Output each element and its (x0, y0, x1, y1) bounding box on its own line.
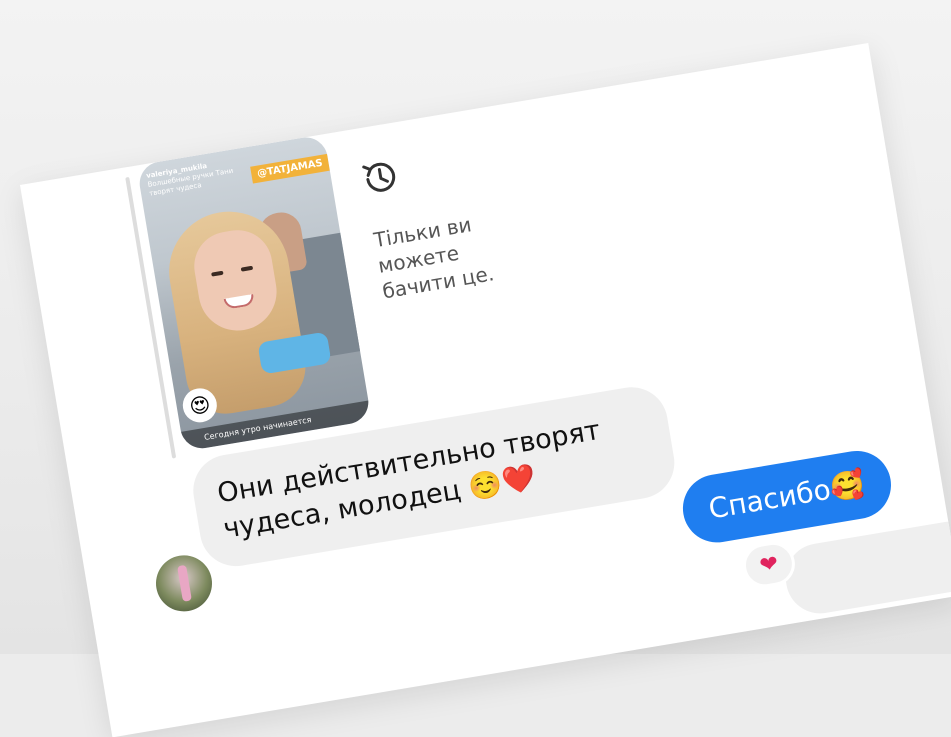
history-icon (362, 162, 396, 192)
story-mention-tag: @TATJAMAS (249, 153, 330, 184)
avatar[interactable] (151, 551, 217, 616)
avatar-figure (177, 564, 192, 602)
outgoing-message-bubble[interactable]: Спасибо🥰 (677, 445, 897, 548)
story-reply-thumbnail[interactable]: valeriya_mukila Волшебные ручки Тани тво… (136, 134, 372, 452)
story-header: valeriya_mukila Волшебные ручки Тани тво… (146, 154, 259, 199)
only-you-notice: Тільки ви можете бачити це. (372, 212, 496, 304)
